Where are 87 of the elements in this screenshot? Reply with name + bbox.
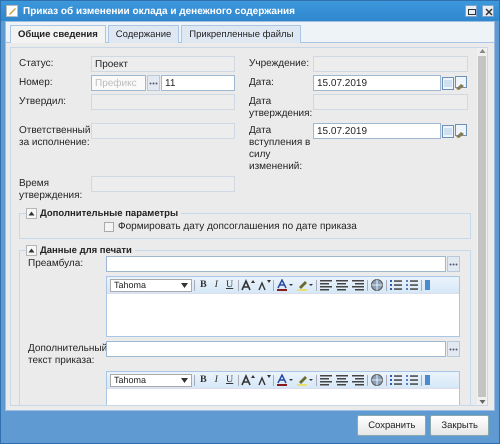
more-icon xyxy=(149,82,158,84)
calendar-clear-icon[interactable] xyxy=(455,124,467,138)
align-center-icon[interactable] xyxy=(335,279,350,291)
format-button[interactable]: I xyxy=(212,279,222,291)
section-title: Дополнительные параметры xyxy=(40,208,178,219)
close-button[interactable] xyxy=(482,5,494,17)
numbered-list-icon[interactable] xyxy=(389,279,404,291)
font-select[interactable]: Tahoma xyxy=(110,278,192,292)
dialog-button[interactable]: Закрыть xyxy=(430,414,489,436)
scroll-down-icon[interactable] xyxy=(478,399,486,405)
highlight-icon[interactable] xyxy=(296,279,314,291)
field-label: Статус: xyxy=(19,57,54,70)
highlight-icon[interactable] xyxy=(296,374,314,386)
font-color-icon[interactable] xyxy=(276,374,294,386)
font-color-icon[interactable] xyxy=(276,279,294,291)
scroll-up-icon[interactable] xyxy=(478,48,486,54)
read-only-field[interactable] xyxy=(313,56,468,72)
tab[interactable]: Общие сведения xyxy=(10,25,106,43)
font-select[interactable]: Tahoma xyxy=(110,374,192,386)
read-only-field[interactable]: Проект xyxy=(91,56,235,72)
field-label: Преамбула: xyxy=(28,257,84,270)
format-button[interactable]: U xyxy=(223,279,236,291)
format-button[interactable]: I xyxy=(212,374,222,386)
text-field[interactable] xyxy=(106,256,446,272)
field-label: Дата утверждения: xyxy=(249,95,313,120)
collapse-button[interactable] xyxy=(26,208,37,219)
more-icon xyxy=(449,262,458,266)
align-center-icon[interactable] xyxy=(335,374,350,386)
caret-icon xyxy=(28,248,35,253)
bulleted-list-icon[interactable] xyxy=(405,374,420,386)
more-button[interactable] xyxy=(447,341,460,357)
number-field[interactable]: 11 xyxy=(161,75,235,91)
text-field[interactable] xyxy=(106,341,446,357)
toolbar-icon[interactable] xyxy=(424,374,430,386)
pencil-icon xyxy=(6,5,18,17)
checkbox-label: Формировать дату допсоглашения по дате приказа xyxy=(118,221,357,232)
date-field[interactable]: 15.07.2019 xyxy=(313,123,441,139)
field-label: Номер: xyxy=(19,76,53,89)
align-left-icon[interactable] xyxy=(319,374,334,386)
format-button[interactable]: U xyxy=(223,374,236,386)
caret-icon xyxy=(28,211,35,216)
section-title: Данные для печати xyxy=(40,245,132,256)
field-label: Дата вступления в силу изменений: xyxy=(249,124,312,173)
align-right-icon[interactable] xyxy=(351,279,366,291)
numbered-list-icon[interactable] xyxy=(389,374,404,386)
read-only-field[interactable] xyxy=(91,94,235,110)
tab[interactable]: Прикрепленные файлы xyxy=(181,25,302,43)
collapse-button[interactable] xyxy=(26,245,37,256)
dialog-button[interactable]: Сохранить xyxy=(357,414,426,436)
field-label: Дата: xyxy=(249,76,274,89)
format-button[interactable]: B xyxy=(197,279,210,291)
rich-text-editor[interactable]: Tahoma B I U xyxy=(106,371,460,405)
window-title: Приказ об изменении оклада и денежного содержания xyxy=(23,6,296,16)
scrollbar[interactable] xyxy=(477,48,487,405)
grow-font-icon[interactable] xyxy=(241,279,256,291)
align-right-icon[interactable] xyxy=(351,374,366,386)
globe-icon[interactable] xyxy=(370,374,384,386)
align-left-icon[interactable] xyxy=(319,279,334,291)
grow-font-icon[interactable] xyxy=(241,374,256,386)
more-button[interactable] xyxy=(447,256,460,272)
prefix-field[interactable]: Префикс xyxy=(91,75,146,91)
maximize-button[interactable] xyxy=(465,5,477,17)
toolbar-icon[interactable] xyxy=(424,279,430,291)
calendar-clear-icon[interactable] xyxy=(455,76,467,90)
field-label: Время утверждения: xyxy=(19,177,84,202)
more-icon xyxy=(449,348,458,350)
globe-icon[interactable] xyxy=(370,279,384,291)
field-label: Учреждение: xyxy=(249,57,310,70)
calendar-icon[interactable] xyxy=(442,124,454,138)
caret-icon xyxy=(181,282,188,288)
field-label: Утвердил: xyxy=(19,95,66,108)
shrink-font-icon[interactable] xyxy=(257,374,272,386)
format-button[interactable]: B xyxy=(197,374,210,386)
read-only-field[interactable] xyxy=(91,176,235,192)
field-label: Дополнительный текст приказа: xyxy=(28,342,108,367)
read-only-field[interactable] xyxy=(313,94,468,110)
tab[interactable]: Содержание xyxy=(108,25,180,43)
shrink-font-icon[interactable] xyxy=(257,279,272,291)
calendar-icon[interactable] xyxy=(442,76,454,90)
more-button[interactable] xyxy=(147,75,160,91)
checkbox[interactable] xyxy=(104,222,114,232)
field-label: Ответственный за исполнение: xyxy=(19,124,91,149)
read-only-field[interactable] xyxy=(91,123,235,139)
caret-icon xyxy=(181,378,188,382)
bulleted-list-icon[interactable] xyxy=(405,279,420,291)
date-field[interactable]: 15.07.2019 xyxy=(313,75,441,91)
rich-text-editor[interactable]: Tahoma B I U xyxy=(106,276,460,337)
